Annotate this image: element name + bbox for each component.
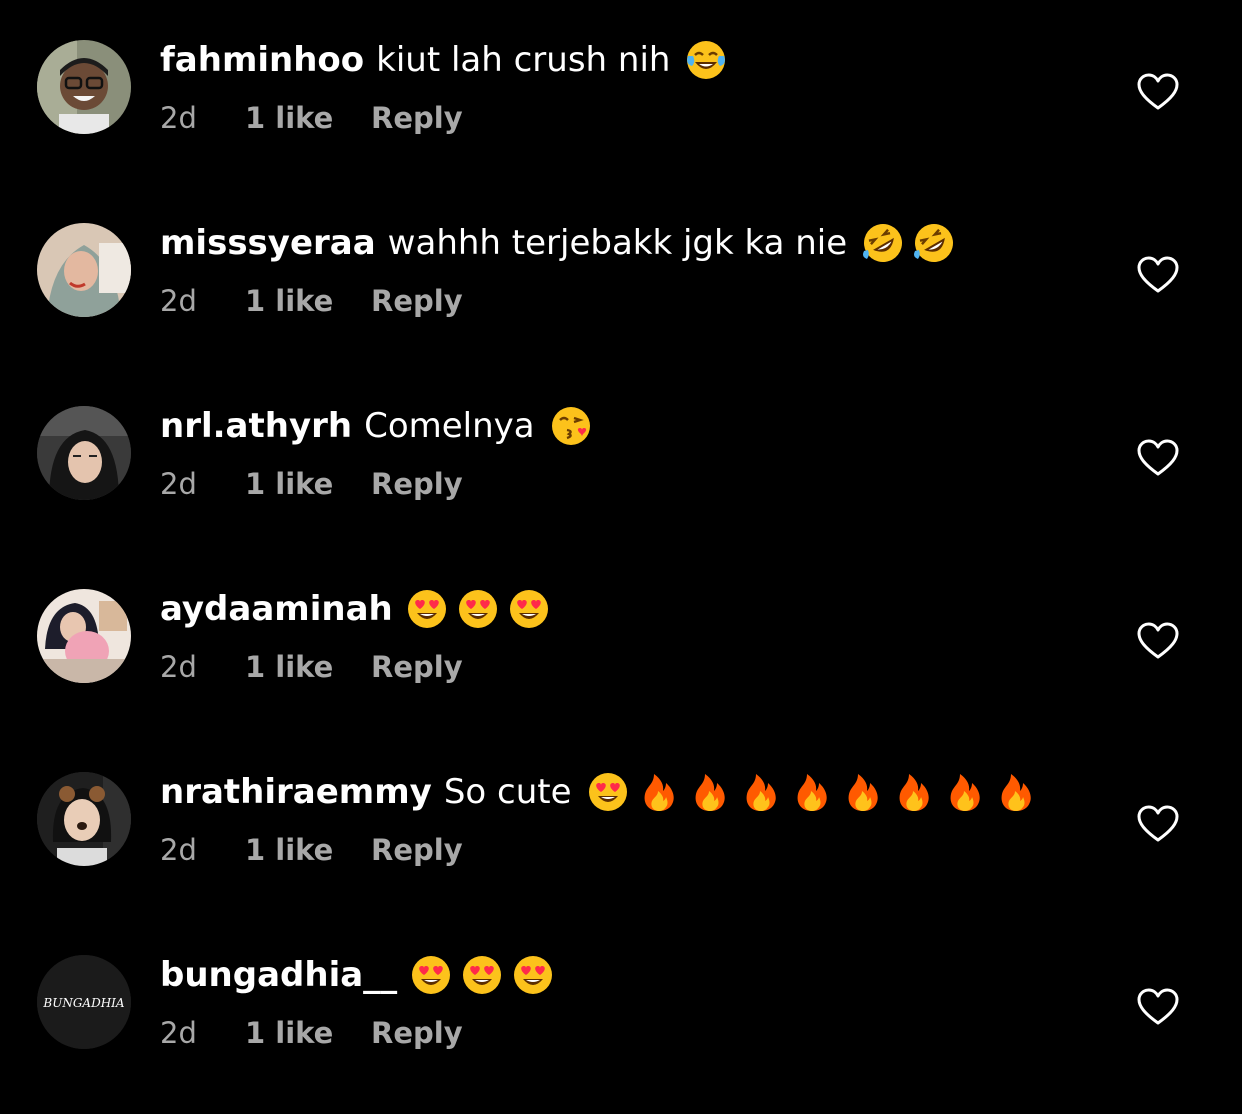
- reply-button[interactable]: Reply: [371, 101, 463, 135]
- rolling-on-floor-laughing-icon: [863, 224, 903, 262]
- comment-text-line: misssyeraa wahhh terjebakk jgk ka nie: [160, 221, 963, 265]
- avatar[interactable]: [37, 223, 131, 317]
- comment-text-line: bungadhia__: [160, 953, 562, 997]
- face-blowing-a-kiss-icon: [551, 407, 590, 445]
- reply-button[interactable]: Reply: [371, 467, 463, 501]
- comment-text: So cute: [443, 772, 572, 812]
- avatar[interactable]: [37, 406, 131, 500]
- fire-icon: [950, 774, 980, 811]
- fire-icon: [644, 774, 674, 811]
- like-button[interactable]: [1136, 255, 1180, 295]
- comment-username[interactable]: nrl.athyrh: [160, 404, 352, 448]
- comment-meta: 2d 1 like Reply: [160, 647, 463, 687]
- fire-icon: [899, 774, 929, 811]
- heart-outline-icon: [1137, 439, 1179, 476]
- comment-meta: 2d 1 like Reply: [160, 1013, 463, 1053]
- like-button[interactable]: [1136, 621, 1180, 661]
- heart-eyes-icon: [407, 590, 446, 628]
- comment-emojis: [549, 404, 600, 448]
- comment-item: BUNGADHIA bungadhia__ 2d 1 like Reply: [0, 955, 1242, 1095]
- reply-button[interactable]: Reply: [371, 833, 463, 867]
- like-button[interactable]: [1136, 438, 1180, 478]
- comment-emojis: [405, 587, 558, 631]
- avatar-logo-text: BUNGADHIA: [42, 996, 125, 1010]
- heart-outline-icon: [1137, 256, 1179, 293]
- comment-emojis: [861, 221, 963, 265]
- comment-text: wahhh terjebakk jgk ka nie: [387, 223, 848, 263]
- comment-like-count[interactable]: 1 like: [245, 833, 371, 867]
- comment-meta: 2d 1 like Reply: [160, 464, 463, 504]
- comment-text-line: nrathiraemmy So cute: [160, 770, 1045, 814]
- heart-outline-icon: [1137, 622, 1179, 659]
- comment-age: 2d: [160, 1016, 197, 1050]
- like-button[interactable]: [1136, 804, 1180, 844]
- comment-username[interactable]: fahminhoo: [160, 38, 364, 82]
- avatar[interactable]: [37, 40, 131, 134]
- heart-outline-icon: [1137, 805, 1179, 842]
- comment-username[interactable]: nrathiraemmy: [160, 770, 432, 814]
- comment-like-count[interactable]: 1 like: [245, 467, 371, 501]
- comment-meta: 2d 1 like Reply: [160, 281, 463, 321]
- like-button[interactable]: [1136, 72, 1180, 112]
- rolling-on-floor-laughing-icon: [914, 224, 954, 262]
- fire-icon: [848, 774, 878, 811]
- comment-item: nrl.athyrh Comelnya 2d 1 like Reply: [0, 406, 1242, 546]
- heart-outline-icon: [1137, 988, 1179, 1025]
- comment-age: 2d: [160, 650, 197, 684]
- comment-username[interactable]: misssyeraa: [160, 221, 376, 265]
- heart-eyes-icon: [509, 590, 548, 628]
- comment-emojis: [586, 770, 1045, 814]
- heart-eyes-icon: [463, 956, 502, 994]
- avatar[interactable]: [37, 772, 131, 866]
- comment-username[interactable]: bungadhia__: [160, 953, 397, 997]
- fire-icon: [1001, 774, 1031, 811]
- comment-item: fahminhoo kiut lah crush nih 2d 1 like R…: [0, 40, 1242, 180]
- heart-outline-icon: [1137, 73, 1179, 110]
- comment-age: 2d: [160, 101, 197, 135]
- fire-icon: [797, 774, 827, 811]
- avatar[interactable]: [37, 589, 131, 683]
- comment-username[interactable]: aydaaminah: [160, 587, 393, 631]
- heart-eyes-icon: [458, 590, 497, 628]
- comment-item: nrathiraemmy So cute 2d 1 like Reply: [0, 772, 1242, 912]
- comment-like-count[interactable]: 1 like: [245, 1016, 371, 1050]
- comment-meta: 2d 1 like Reply: [160, 98, 463, 138]
- reply-button[interactable]: Reply: [371, 1016, 463, 1050]
- comment-text: Comelnya: [364, 406, 535, 446]
- heart-eyes-icon: [588, 773, 627, 811]
- comment-text-line: nrl.athyrh Comelnya: [160, 404, 600, 448]
- comment-text-line: fahminhoo kiut lah crush nih: [160, 38, 735, 82]
- reply-button[interactable]: Reply: [371, 284, 463, 318]
- comment-age: 2d: [160, 467, 197, 501]
- comment-text-line: aydaaminah: [160, 587, 558, 631]
- comment-emojis: [684, 38, 735, 82]
- comment-like-count[interactable]: 1 like: [245, 101, 371, 135]
- fire-icon: [695, 774, 725, 811]
- comment-like-count[interactable]: 1 like: [245, 650, 371, 684]
- fire-icon: [746, 774, 776, 811]
- comment-meta: 2d 1 like Reply: [160, 830, 463, 870]
- like-button[interactable]: [1136, 987, 1180, 1027]
- heart-eyes-icon: [514, 956, 553, 994]
- comment-item: misssyeraa wahhh terjebakk jgk ka nie 2d…: [0, 223, 1242, 363]
- comment-item: aydaaminah 2d 1 like Reply: [0, 589, 1242, 729]
- comment-like-count[interactable]: 1 like: [245, 284, 371, 318]
- heart-eyes-icon: [412, 956, 451, 994]
- avatar[interactable]: BUNGADHIA: [37, 955, 131, 1049]
- comments-list: fahminhoo kiut lah crush nih 2d 1 like R…: [0, 0, 1242, 1114]
- comment-age: 2d: [160, 833, 197, 867]
- comment-emojis: [409, 953, 562, 997]
- face-with-tears-of-joy-icon: [687, 41, 726, 79]
- reply-button[interactable]: Reply: [371, 650, 463, 684]
- comment-age: 2d: [160, 284, 197, 318]
- comment-text: kiut lah crush nih: [376, 40, 671, 80]
